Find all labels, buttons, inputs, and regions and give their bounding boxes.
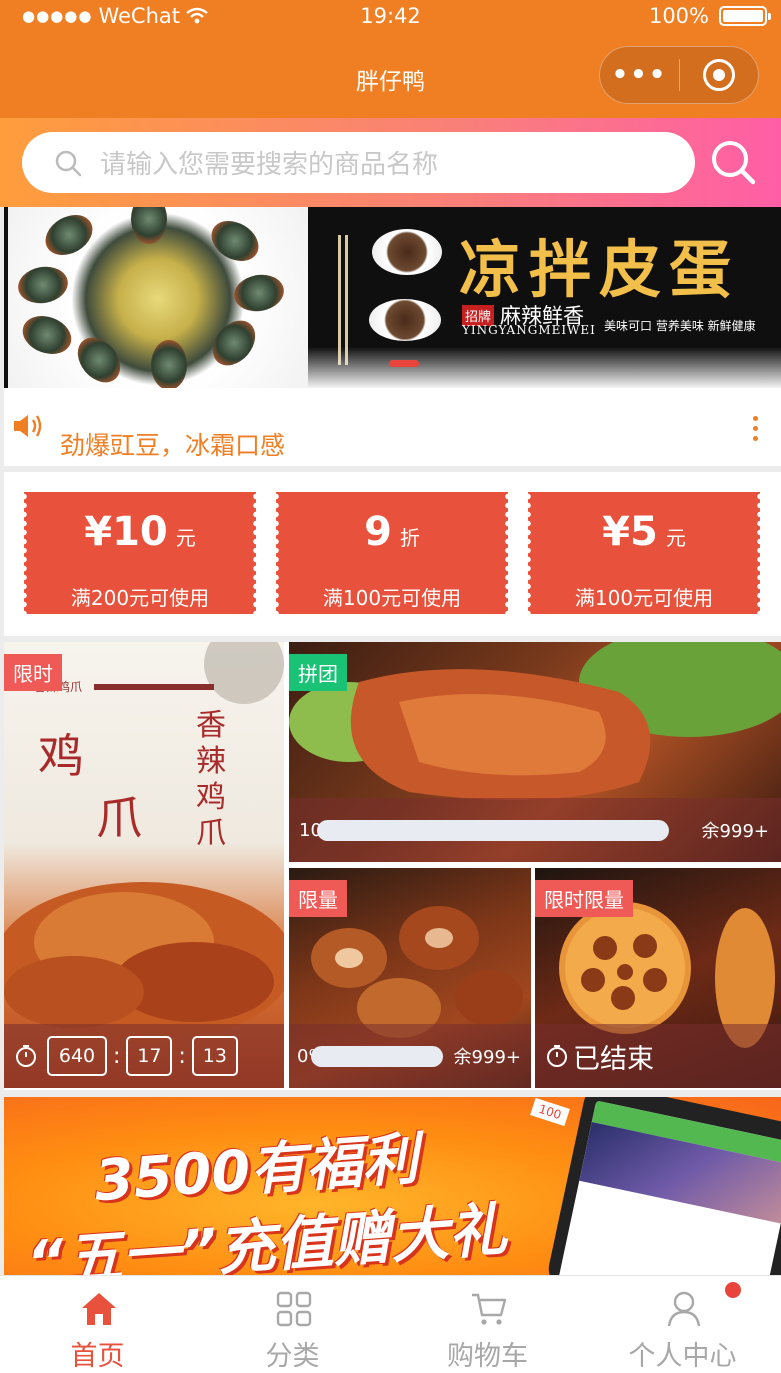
tab-cart[interactable]: 购物车: [390, 1276, 585, 1373]
phone-mockup-image: [544, 1097, 781, 1275]
more-icon[interactable]: •••: [600, 60, 679, 90]
search-input[interactable]: 请输入您需要搜索的商品名称: [22, 132, 695, 193]
status-bar: ●●●●● WeChat 19:42 100%: [0, 0, 781, 34]
flash-limited-status-bar: 已结束: [535, 1024, 781, 1088]
more-vertical-icon[interactable]: [753, 416, 759, 446]
limited-tile[interactable]: 限量 0% 余999+: [289, 868, 531, 1088]
banner-title: 凉拌皮蛋: [459, 233, 740, 306]
coupon-unit: 元: [175, 526, 196, 550]
coupon-condition: 满100元可使用: [574, 586, 714, 610]
promo-banner[interactable]: 100 3500有福利 “五一”充值赠大礼: [4, 1097, 781, 1275]
egg-slice: [151, 340, 187, 388]
tab-bar: 首页 分类 购物车 个人中心: [0, 1275, 781, 1373]
stopwatch-icon: [16, 1045, 36, 1067]
timer-minutes: 17: [126, 1036, 173, 1076]
phone-screen: [558, 1100, 781, 1275]
stock-label: 余999+: [701, 821, 769, 842]
tag-limited: 限量: [289, 880, 347, 917]
timer-separator: :: [178, 1043, 186, 1069]
coupon-condition: 满200元可使用: [70, 586, 210, 610]
coupon-value: ¥10 元: [84, 509, 196, 555]
tab-category[interactable]: 分类: [195, 1276, 390, 1373]
banner-splash-decoration: [304, 347, 781, 388]
flash-title-1: 鸡: [38, 729, 84, 783]
group-progress-bar: 10% 余999+: [289, 798, 781, 862]
hero-banner[interactable]: 凉拌皮蛋 招牌 麻辣鲜香 YINGYANGMEIWEI 美味可口 营养美味 新鲜…: [4, 207, 781, 388]
home-icon: [82, 1293, 116, 1325]
grid-icon: [276, 1291, 312, 1327]
chicken-feet-image: [4, 642, 284, 1042]
coupon-card[interactable]: ¥5 元 满100元可使用: [525, 492, 763, 614]
user-icon: [667, 1291, 701, 1327]
coupon-value: ¥5 元: [602, 509, 686, 555]
target-icon: [702, 59, 735, 91]
tag-flash: 限时: [4, 654, 62, 691]
flash-sale-tile[interactable]: 香辣鸡爪 鸡 爪 香辣鸡爪 限时 640 : 17 : 13: [4, 642, 284, 1088]
tab-label: 首页: [70, 1341, 125, 1372]
tab-label: 个人中心: [628, 1341, 737, 1372]
cart-icon: [472, 1293, 507, 1325]
tab-profile[interactable]: 个人中心: [585, 1276, 780, 1373]
search-icon: [55, 150, 82, 176]
nav-bar: 胖仔鸭 •••: [0, 34, 781, 118]
tab-label: 分类: [265, 1341, 320, 1372]
notification-dot: [725, 1282, 741, 1298]
progress-track: [317, 819, 669, 841]
search-bar: 请输入您需要搜索的商品名称: [0, 118, 781, 207]
promo-coin: 100: [530, 1097, 570, 1127]
timer-hours: 640: [47, 1036, 107, 1076]
limited-progress-bar: 0% 余999+: [289, 1024, 531, 1088]
search-button[interactable]: [705, 134, 761, 190]
coupon-unit: 折: [399, 526, 420, 550]
tab-home[interactable]: 首页: [0, 1276, 195, 1373]
banner-bowl-image: [369, 299, 441, 341]
close-miniprogram-button[interactable]: [680, 59, 758, 91]
banner-slogan: 美味可口 营养美味 新鲜健康: [604, 319, 756, 333]
flash-title-vertical: 香辣鸡爪: [196, 708, 226, 851]
coupon-card[interactable]: ¥10 元 满200元可使用: [21, 492, 259, 614]
tab-label: 购物车: [447, 1341, 528, 1372]
progress-track: [311, 1045, 443, 1067]
speaker-icon: [14, 415, 42, 437]
sale-ended-label: 已结束: [573, 1043, 654, 1075]
status-right: 100%: [648, 4, 771, 28]
carousel-indicator[interactable]: [389, 360, 419, 367]
tag-flash-limited: 限时限量: [535, 880, 633, 917]
notice-text: 劲爆豇豆，冰霜口感: [60, 431, 286, 460]
banner-bowl-image: [372, 229, 442, 275]
flash-timer-bar: 640 : 17 : 13: [4, 1024, 284, 1088]
coupon-value: 9折: [364, 509, 420, 555]
coupon-condition: 满100元可使用: [322, 586, 462, 610]
group-buy-tile[interactable]: 拼团 10% 余999+: [289, 642, 781, 862]
flash-title-2: 爪: [96, 791, 142, 845]
battery-percent: 100%: [648, 4, 709, 28]
timer-separator: :: [113, 1043, 121, 1069]
battery-icon: [719, 6, 771, 26]
timer-seconds: 13: [191, 1036, 238, 1076]
banner-pinyin: YINGYANGMEIWEI: [462, 323, 596, 337]
stock-label: 余999+: [453, 1047, 521, 1068]
chopsticks-image: [338, 235, 348, 365]
miniprogram-capsule: •••: [599, 46, 759, 104]
tag-group-buy: 拼团: [289, 654, 347, 691]
search-placeholder: 请输入您需要搜索的商品名称: [100, 150, 439, 180]
product-grid: 香辣鸡爪 鸡 爪 香辣鸡爪 限时 640 : 17 : 13 拼团 10%: [4, 642, 781, 1090]
coupon-section: ¥10 元 满200元可使用 9折 满100元可使用 ¥5 元 满100元可使用: [4, 472, 781, 636]
notice-bar[interactable]: 劲爆豇豆，冰霜口感: [4, 388, 781, 466]
stopwatch-icon: [547, 1045, 567, 1067]
coupon-unit: 元: [665, 526, 686, 550]
flash-limited-tile[interactable]: 限时限量 已结束: [535, 868, 781, 1088]
coupon-card[interactable]: 9折 满100元可使用: [273, 492, 511, 614]
